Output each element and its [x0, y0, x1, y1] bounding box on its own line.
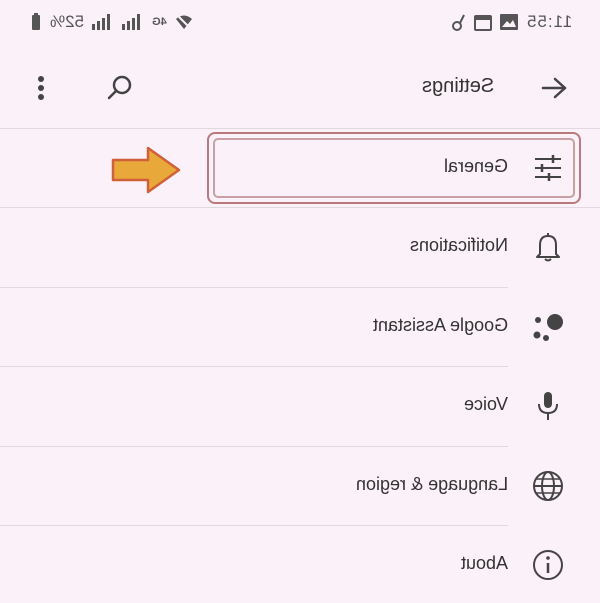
calendar-icon — [473, 13, 492, 31]
clock-time: 11:55 — [525, 12, 572, 31]
highlight-box-inner — [213, 138, 575, 198]
settings-item-google-assistant[interactable]: Google Assistant — [0, 287, 600, 367]
pointer-arrow-icon — [110, 145, 182, 195]
settings-item-label: Notifications — [409, 235, 508, 255]
settings-item-voice[interactable]: Voice — [0, 366, 600, 446]
status-left: 52% 4G — [30, 12, 193, 32]
highlight-box — [207, 132, 581, 204]
settings-item-label: Google Assistant — [372, 315, 508, 335]
globe-icon — [530, 468, 566, 504]
more-vert-icon[interactable] — [26, 70, 56, 106]
bell-icon — [530, 229, 566, 265]
signal-icon — [92, 14, 114, 30]
app-bar: Settings — [0, 48, 600, 128]
assistant-icon — [530, 309, 566, 345]
settings-item-notifications[interactable]: Notifications — [0, 207, 600, 287]
signal-icon-2 — [122, 14, 144, 30]
settings-item-label: Language & region — [355, 474, 508, 494]
status-right: 11:55 — [451, 12, 572, 32]
info-icon — [530, 547, 566, 583]
arrow-back-icon[interactable] — [534, 68, 574, 108]
key-icon — [451, 13, 466, 31]
mic-icon — [530, 388, 566, 424]
page-title: Settings — [421, 75, 494, 97]
battery-percent: 52% — [50, 12, 85, 31]
battery-icon — [30, 12, 42, 32]
settings-item-label: Voice — [463, 394, 508, 414]
search-icon[interactable] — [100, 68, 140, 108]
settings-item-label: About — [460, 553, 508, 573]
settings-item-language-region[interactable]: Language & region — [0, 446, 600, 526]
status-bar: 52% 4G 11:55 — [0, 0, 600, 44]
settings-item-about[interactable]: About — [0, 525, 600, 603]
network-type: 4G — [152, 16, 167, 28]
image-icon — [499, 14, 518, 30]
wifi-off-icon — [175, 14, 193, 30]
